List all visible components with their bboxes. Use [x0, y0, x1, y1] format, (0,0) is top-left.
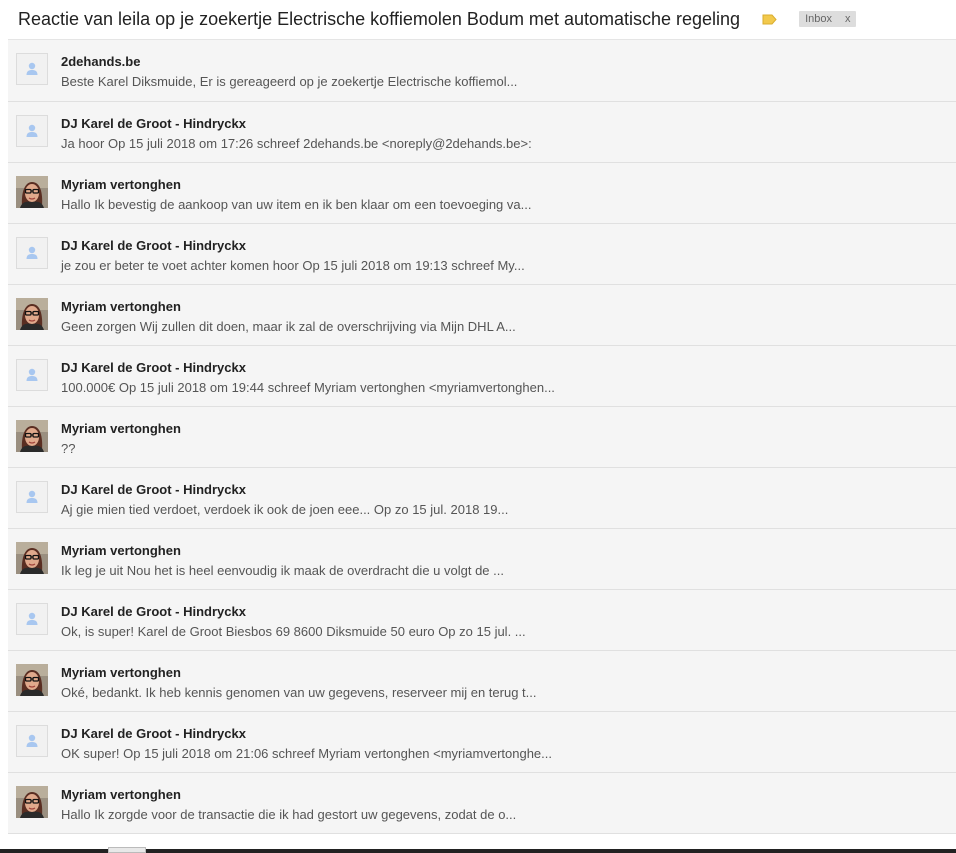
message-snippet: Ok, is super! Karel de Groot Biesbos 69 …	[61, 624, 526, 639]
remove-label-button[interactable]: x	[845, 13, 851, 25]
avatar-photo	[16, 664, 48, 696]
message-row[interactable]: Myriam vertonghen??	[8, 407, 956, 468]
message-snippet: Ja hoor Op 15 juli 2018 om 17:26 schreef…	[61, 136, 532, 151]
message-row[interactable]: Myriam vertonghen Ik leg je uit Nou het i…	[8, 529, 956, 590]
message-snippet: Aj gie mien tied verdoet, verdoek ik ook…	[61, 502, 509, 517]
thread-subject: Reactie van leila op je zoekertje Electr…	[18, 8, 741, 29]
default-avatar-icon	[16, 115, 48, 147]
avatar-photo	[16, 786, 48, 818]
message-sender: DJ Karel de Groot - Hindryckx	[61, 726, 246, 741]
message-snippet: je zou er beter te voet achter komen hoo…	[61, 258, 525, 273]
message-sender: Myriam vertonghen	[61, 421, 181, 436]
message-row[interactable]: Myriam vertonghen Geen zorgen Wij zullen …	[8, 285, 956, 346]
message-sender: Myriam vertonghen	[61, 543, 181, 558]
avatar-photo	[16, 542, 48, 574]
message-row[interactable]: DJ Karel de Groot - Hindryckx je zou er b…	[8, 224, 956, 285]
avatar-photo	[16, 176, 48, 208]
message-row[interactable]: DJ Karel de Groot - Hindryckx OK super! O…	[8, 712, 956, 773]
message-sender: DJ Karel de Groot - Hindryckx	[61, 360, 246, 375]
default-avatar-icon	[16, 53, 48, 85]
message-row[interactable]: DJ Karel de Groot - Hindryckx Ok, is supe…	[8, 590, 956, 651]
message-snippet: Hallo Ik zorgde voor de transactie die i…	[61, 807, 517, 822]
message-sender: Myriam vertonghen	[61, 665, 181, 680]
message-row[interactable]: 2dehands.be Beste Karel Diksmuide, Er is …	[8, 40, 956, 102]
message-snippet: Beste Karel Diksmuide, Er is gereageerd …	[61, 74, 518, 89]
default-avatar-icon	[16, 237, 48, 269]
message-sender: 2dehands.be	[61, 54, 141, 69]
avatar-photo	[16, 298, 48, 330]
message-sender: DJ Karel de Groot - Hindryckx	[61, 116, 246, 131]
message-snippet: Oké, bedankt. Ik heb kennis genomen van …	[61, 685, 537, 700]
message-row[interactable]: DJ Karel de Groot - Hindryckx Aj gie mien…	[8, 468, 956, 529]
message-row[interactable]: Myriam vertonghen Hallo Ik bevestig de aa…	[8, 163, 956, 224]
default-avatar-icon	[16, 603, 48, 635]
message-sender: DJ Karel de Groot - Hindryckx	[61, 238, 246, 253]
message-row[interactable]: Myriam vertonghen Oké, bedankt. Ik heb ke…	[8, 651, 956, 712]
message-sender: DJ Karel de Groot - Hindryckx	[61, 604, 246, 619]
scroll-handle[interactable]	[108, 847, 146, 853]
message-sender: Myriam vertonghen	[61, 177, 181, 192]
message-snippet: OK super! Op 15 juli 2018 om 21:06 schre…	[61, 746, 552, 761]
default-avatar-icon	[16, 481, 48, 513]
message-snippet: Ik leg je uit Nou het is heel eenvoudig …	[61, 563, 504, 578]
default-avatar-icon	[16, 359, 48, 391]
message-row[interactable]: Myriam vertonghen Hallo Ik zorgde voor de…	[8, 773, 956, 834]
message-row[interactable]: DJ Karel de Groot - Hindryckx Ja hoor Op …	[8, 102, 956, 163]
message-row[interactable]: DJ Karel de Groot - Hindryckx 100.000€ Op…	[8, 346, 956, 407]
message-thread: 2dehands.be Beste Karel Diksmuide, Er is …	[8, 39, 956, 834]
avatar-photo	[16, 420, 48, 452]
message-sender: Myriam vertonghen	[61, 787, 181, 802]
message-snippet: Hallo Ik bevestig de aankoop van uw item…	[61, 197, 532, 212]
thread-header: Reactie van leila op je zoekertje Electr…	[0, 0, 956, 38]
label-tag-icon[interactable]	[762, 14, 777, 25]
message-snippet: 100.000€ Op 15 juli 2018 om 19:44 schree…	[61, 380, 555, 395]
default-avatar-icon	[16, 725, 48, 757]
message-snippet: ??	[61, 441, 76, 456]
message-sender: Myriam vertonghen	[61, 299, 181, 314]
inbox-label-chip: Inbox x	[799, 11, 857, 27]
inbox-chip-label: Inbox	[805, 13, 832, 25]
message-sender: DJ Karel de Groot - Hindryckx	[61, 482, 246, 497]
message-snippet: Geen zorgen Wij zullen dit doen, maar ik…	[61, 319, 516, 334]
